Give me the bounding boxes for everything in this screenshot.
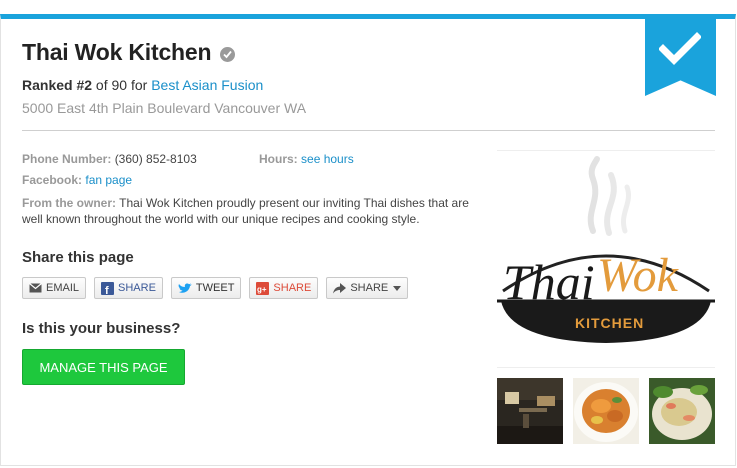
owner-description: From the owner: Thai Wok Kitchen proudly… [22,195,482,227]
email-share-button[interactable]: EMAIL [22,277,87,299]
photo-thumbnail-noodles[interactable] [573,378,639,444]
rank-category-link[interactable]: Best Asian Fusion [151,77,263,93]
photo-thumbnail-interior[interactable] [497,378,563,444]
more-share-button[interactable]: SHARE [326,277,409,299]
phone-number: (360) 852-8103 [114,152,197,166]
envelope-icon [29,283,42,293]
manage-page-button[interactable]: MANAGE THIS PAGE [22,349,185,385]
logo-word-thai: Thai [503,254,595,310]
rank-line: Ranked #2 of 90 for Best Asian Fusion [22,77,263,93]
share-arrow-icon [333,282,347,294]
divider [22,130,715,131]
restaurant-logo: Thai Wok KITCHEN [497,150,715,368]
rank-label: Ranked #2 [22,77,93,93]
title-row: Thai Wok Kitchen [22,39,236,66]
logo-word-kitchen: KITCHEN [575,315,644,331]
facebook-share-button[interactable]: f SHARE [94,277,163,299]
tweet-button[interactable]: TWEET [170,277,242,299]
facebook-row: Facebook: fan page [22,173,132,187]
phone-row: Phone Number: (360) 852-8103 [22,152,197,166]
checkmark-icon [659,32,701,65]
fan-page-link[interactable]: fan page [85,173,132,187]
hours-label: Hours: [259,152,298,166]
facebook-label: Facebook: [22,173,83,187]
facebook-icon: f [101,281,115,295]
address: 5000 East 4th Plain Boulevard Vancouver … [22,100,307,116]
google-plus-share-label: SHARE [273,282,312,294]
tweet-label: TWEET [195,282,235,294]
hours-row: Hours: see hours [259,152,354,166]
facebook-share-label: SHARE [118,282,156,294]
google-plus-icon: g+ [256,281,270,295]
business-claim-title: Is this your business? [22,320,181,337]
svg-text:g+: g+ [257,285,267,294]
rank-mid: of 90 for [92,77,152,93]
caret-down-icon [393,285,402,291]
email-label: EMAIL [46,282,80,294]
business-name: Thai Wok Kitchen [22,39,212,65]
phone-label: Phone Number: [22,152,112,166]
owner-label: From the owner: [22,196,117,210]
logo-word-wok: Wok [597,249,680,302]
more-share-label: SHARE [350,282,389,294]
google-plus-share-button[interactable]: g+ SHARE [249,277,319,299]
photo-thumbnail-rice[interactable] [649,378,715,444]
twitter-bird-icon [178,282,192,294]
see-hours-link[interactable]: see hours [301,152,354,166]
share-title: Share this page [22,249,134,266]
verified-check-icon [220,46,236,62]
share-buttons: EMAIL f SHARE TWEET g+ SHARE SHARE [22,277,416,299]
svg-text:f: f [105,285,109,295]
